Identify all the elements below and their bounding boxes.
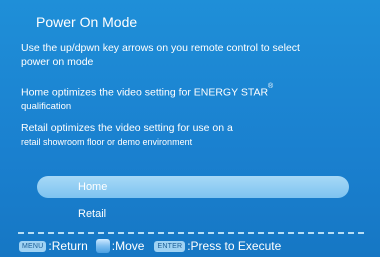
power-on-mode-screen: Power On Mode Use the up/dpwn key arrows…: [0, 0, 380, 257]
home-description-main: Home optimizes the video setting for ENE…: [21, 86, 269, 99]
instructions-line-2: power on mode: [21, 55, 94, 68]
enter-key-icon: ENTER: [154, 240, 186, 252]
option-retail[interactable]: Retail: [37, 203, 349, 225]
home-description: Home optimizes the video setting for ENE…: [21, 83, 371, 114]
registered-mark: ®: [268, 83, 274, 90]
retail-description-line-2: retail showroom floor or demo environmen…: [21, 136, 193, 147]
home-description-line-2: qualification: [21, 101, 72, 112]
footer-hints: MENU :Return :Move ENTER :Press to Execu…: [19, 239, 281, 253]
menu-key-icon: MENU: [19, 240, 47, 252]
updown-arrow-key-icon: [95, 239, 110, 253]
return-hint: :Return: [48, 239, 88, 253]
move-hint: :Move: [111, 239, 145, 253]
instructions-text: Use the up/dpwn key arrows on you remote…: [21, 42, 371, 69]
instructions-line-1: Use the up/dpwn key arrows on you remote…: [21, 42, 300, 54]
execute-hint: :Press to Execute: [187, 239, 282, 253]
divider: [18, 232, 364, 236]
retail-description: Retail optimizes the video setting for u…: [21, 122, 371, 149]
retail-description-line-1: Retail optimizes the video setting for u…: [21, 122, 233, 134]
page-title: Power On Mode: [36, 14, 138, 30]
option-home[interactable]: Home: [37, 176, 349, 198]
